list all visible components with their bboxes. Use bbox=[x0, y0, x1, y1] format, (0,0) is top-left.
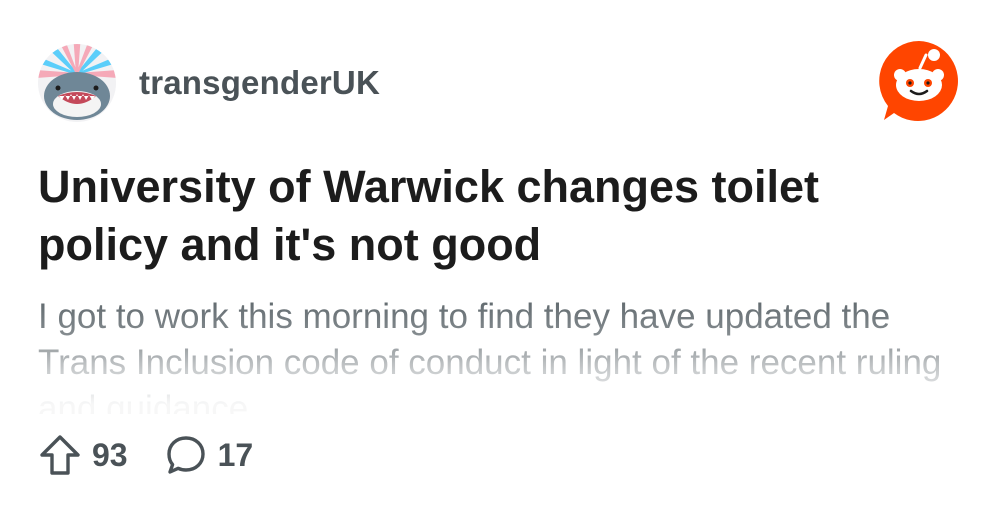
reddit-logo-icon bbox=[876, 38, 962, 124]
post-header: transgenderUK bbox=[38, 43, 380, 123]
shark-avatar-icon bbox=[38, 44, 116, 122]
post-title[interactable]: University of Warwick changes toilet pol… bbox=[38, 158, 958, 274]
subreddit-avatar[interactable] bbox=[38, 44, 116, 122]
upvote-arrow-icon bbox=[40, 435, 80, 475]
upvote-button[interactable]: 93 bbox=[38, 433, 128, 477]
subreddit-name[interactable]: transgenderUK bbox=[139, 64, 380, 102]
post-body-preview: I got to work this morning to find they … bbox=[38, 297, 942, 414]
comment-bubble-icon bbox=[166, 436, 205, 474]
post-stats: 93 17 bbox=[38, 432, 253, 478]
comment-count: 17 bbox=[217, 436, 254, 473]
upvote-count: 93 bbox=[92, 436, 128, 473]
comments-button[interactable]: 17 bbox=[164, 433, 254, 477]
